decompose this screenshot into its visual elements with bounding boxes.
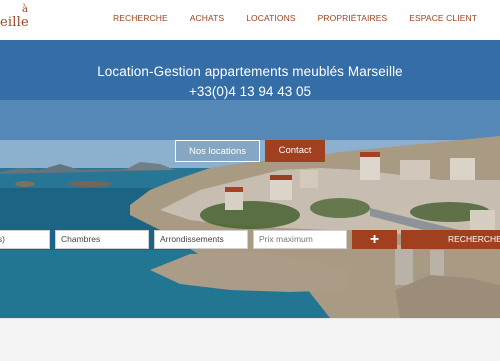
arrondissements-select[interactable]: Arrondissements <box>154 230 248 249</box>
nav-recherche[interactable]: RECHERCHE <box>102 13 179 23</box>
site-logo[interactable]: à eille <box>0 4 40 34</box>
prix-maximum-input[interactable]: Prix maximum <box>253 230 347 249</box>
hero-phone[interactable]: +33(0)4 13 94 43 05 <box>0 84 500 99</box>
nav-proprietaires[interactable]: PROPRIÉTAIRES <box>307 13 399 23</box>
hero-title: Location-Gestion appartements meublés Ma… <box>97 64 403 79</box>
nav-locations[interactable]: LOCATIONS <box>235 13 306 23</box>
site-header: à eille RECHERCHE ACHATS LOCATIONS PROPR… <box>0 0 500 40</box>
marseille-coast-photo <box>0 40 500 318</box>
rechercher-button[interactable]: RECHERCHER <box>401 230 500 249</box>
chambres-select[interactable]: Chambres <box>55 230 149 249</box>
more-criteria-button[interactable]: + <box>352 230 397 249</box>
contact-button[interactable]: Contact <box>265 140 325 162</box>
nav-achats[interactable]: ACHATS <box>179 13 235 23</box>
hero-banner: Location-Gestion appartements meublés Ma… <box>0 40 500 318</box>
content-area <box>0 318 500 361</box>
nav-espace-client[interactable]: ESPACE CLIENT <box>398 13 488 23</box>
nos-locations-button[interactable]: Nos locations <box>175 140 260 162</box>
logo-line-2: eille <box>0 15 29 30</box>
logo-line-1: à <box>22 4 28 15</box>
location-type-select[interactable]: is) <box>0 230 50 249</box>
search-bar: is) Chambres Arrondissements Prix maximu… <box>0 230 500 250</box>
main-nav: RECHERCHE ACHATS LOCATIONS PROPRIÉTAIRES… <box>102 13 488 23</box>
